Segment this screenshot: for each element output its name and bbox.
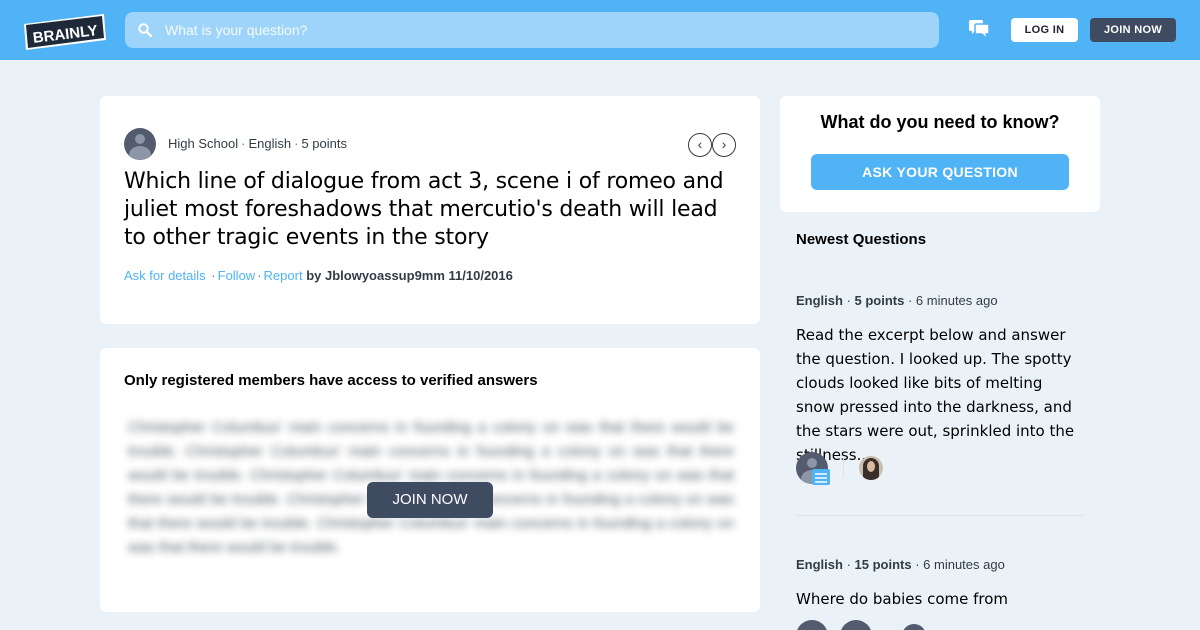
question-navigation: ‹ ›	[688, 133, 736, 157]
newest-question-points: 5 points	[854, 293, 905, 308]
answerer-avatar[interactable]	[796, 620, 828, 630]
question-meta: High School · English · 5 points	[168, 136, 347, 151]
chevron-left-icon[interactable]: ‹	[688, 133, 712, 157]
search-bar[interactable]	[125, 12, 939, 48]
verified-answer-icon	[812, 469, 830, 485]
locked-answer-title: Only registered members have access to v…	[124, 372, 538, 389]
top-navigation-bar: BRAINLY LOG IN JOIN NOW	[0, 0, 1200, 60]
question-points: 5 points	[301, 136, 347, 151]
join-now-answer-button[interactable]: JOIN NOW	[367, 482, 493, 518]
follow-link[interactable]: Follow	[218, 268, 256, 283]
log-in-button[interactable]: LOG IN	[1011, 18, 1078, 42]
question-title: Which line of dialogue from act 3, scene…	[124, 169, 724, 250]
newest-question-time: 6 minutes ago	[923, 557, 1005, 572]
question-actions: Ask for details · Follow · Report by Jblowy…	[124, 268, 513, 283]
report-link[interactable]: Report	[264, 268, 303, 283]
ask-title: What do you need to know?	[820, 112, 1060, 132]
search-icon	[138, 23, 152, 37]
question-subject[interactable]: English	[248, 136, 291, 151]
answer-card: Only registered members have access to v…	[100, 348, 760, 612]
question-level[interactable]: High School	[168, 136, 238, 151]
ask-your-question-button[interactable]: ASK YOUR QUESTION	[811, 154, 1069, 190]
newest-question-points: 15 points	[854, 557, 912, 572]
answerer-avatar[interactable]	[902, 624, 926, 630]
join-now-button[interactable]: JOIN NOW	[1090, 18, 1176, 42]
answerer-avatar[interactable]	[840, 620, 872, 630]
chat-icon[interactable]	[969, 20, 989, 38]
newest-question-subject[interactable]: English	[796, 293, 843, 308]
ask-for-details-link[interactable]: Ask for details	[124, 268, 206, 283]
asker-avatar[interactable]	[124, 128, 156, 160]
newest-questions-heading: Newest Questions	[796, 231, 927, 248]
newest-question-text[interactable]: Where do babies come from	[796, 587, 1084, 611]
ask-question-card: What do you need to know? ASK YOUR QUEST…	[780, 96, 1100, 212]
newest-question-text[interactable]: Read the excerpt below and answer the qu…	[796, 323, 1084, 467]
newest-question-meta: English · 15 points · 6 minutes ago	[796, 557, 1005, 572]
search-input[interactable]	[165, 12, 925, 48]
newest-question-subject[interactable]: English	[796, 557, 843, 572]
user-photo-avatar[interactable]	[859, 456, 883, 480]
question-card: High School · English · 5 points ‹ › Which li…	[100, 96, 760, 324]
newest-question-meta: English · 5 points · 6 minutes ago	[796, 293, 998, 308]
chevron-right-icon[interactable]: ›	[712, 133, 736, 157]
newest-question-time: 6 minutes ago	[915, 293, 998, 308]
question-divider	[796, 515, 1084, 516]
brainly-logo[interactable]: BRAINLY	[24, 14, 106, 50]
avatar-separator	[843, 458, 844, 478]
question-author-date: by Jblowyoassup9mm 11/10/2016	[306, 268, 513, 283]
